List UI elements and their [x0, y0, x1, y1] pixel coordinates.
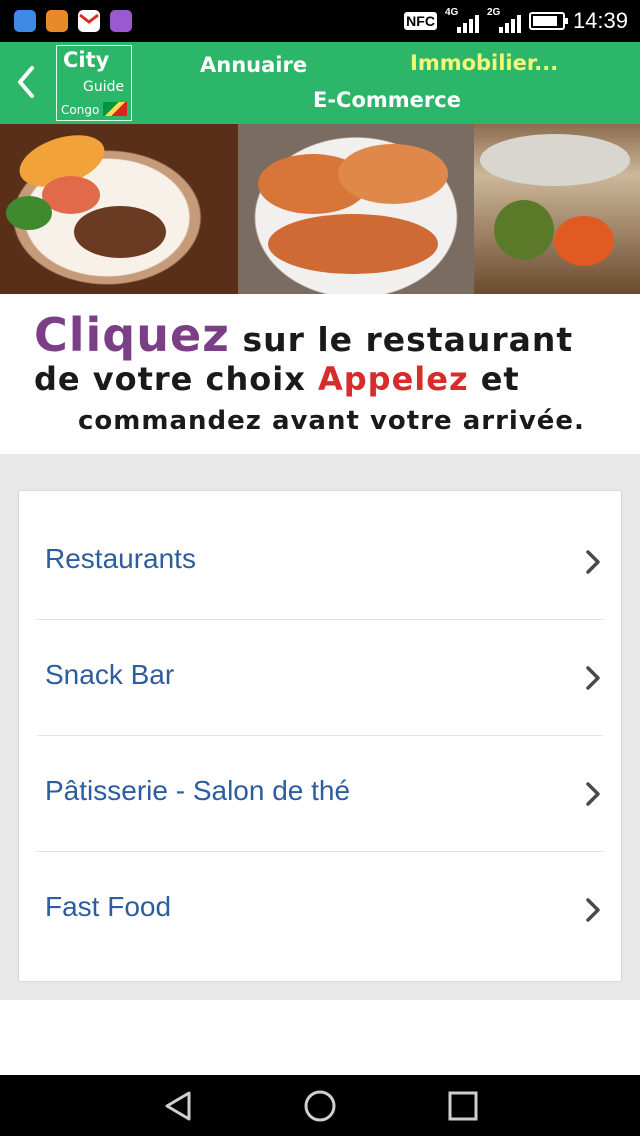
list-item-label: Snack Bar [45, 659, 175, 690]
logo-city-text: City [63, 48, 110, 72]
gmail-icon [78, 10, 100, 32]
list-item-label: Restaurants [45, 543, 196, 574]
logo-guide-text: Guide [83, 79, 125, 95]
shrimp-plate-photo [238, 124, 474, 294]
photo-app-icon [46, 10, 68, 32]
list-item-fast-food[interactable]: Fast Food [19, 851, 623, 967]
list-item-restaurants[interactable]: Restaurants [19, 503, 623, 619]
promo-cliquez: Cliquez [34, 308, 230, 362]
promo-line-1-rest: sur le restaurant [229, 320, 574, 359]
list-item-snack-bar[interactable]: Snack Bar [19, 619, 623, 735]
promo-appelez: Appelez [318, 360, 469, 398]
nav-annuaire[interactable]: Annuaire [200, 53, 307, 77]
nfc-indicator: NFC [404, 12, 437, 30]
list-item-label: Pâtisserie - Salon de thé [45, 775, 351, 806]
battery-icon [528, 12, 568, 30]
promo-line-3: commandez avant votre arrivée. [78, 406, 585, 436]
back-triangle-icon[interactable] [161, 1089, 195, 1123]
grilled-fish-photo [474, 124, 640, 294]
congo-flag-icon [103, 102, 127, 116]
notification-icons [14, 10, 132, 32]
chevron-right-icon [586, 666, 600, 690]
app-bar: City Guide Congo Annuaire Immobilier... … [0, 42, 640, 124]
logo-congo-text: Congo [61, 103, 100, 117]
back-button[interactable] [10, 62, 44, 102]
category-list: Restaurants Snack Bar Pâtisserie - Salon… [18, 490, 622, 982]
gallery-app-icon [110, 10, 132, 32]
nav-ecommerce[interactable]: E-Commerce [313, 88, 461, 112]
nav-immobilier[interactable]: Immobilier... [410, 51, 558, 75]
chevron-right-icon [586, 782, 600, 806]
home-circle-icon[interactable] [303, 1089, 337, 1123]
food-banner [0, 124, 640, 294]
clock: 14:39 [572, 8, 628, 33]
system-status: NFC 4G 2G 14:39 [404, 6, 628, 36]
city-guide-logo[interactable]: City Guide Congo [56, 45, 132, 121]
promo-line-1: Cliquez sur le restaurant [34, 308, 573, 362]
back-arrow-icon [18, 66, 34, 98]
recents-square-icon[interactable] [446, 1089, 480, 1123]
list-item-patisserie[interactable]: Pâtisserie - Salon de thé [19, 735, 623, 851]
signal-4g-icon: 4G [445, 7, 479, 35]
status-bar: NFC 4G 2G 14:39 [0, 0, 640, 42]
system-navigation-bar [0, 1075, 640, 1136]
promo-message: Cliquez sur le restaurant de votre choix… [0, 296, 640, 454]
chevron-right-icon [586, 898, 600, 922]
steak-fries-photo [0, 124, 238, 294]
promo-line-2: de votre choix Appelez et [34, 360, 520, 398]
promo-line-2-end: et [468, 360, 520, 398]
signal-2g-icon: 2G [487, 7, 521, 35]
list-item-label: Fast Food [45, 891, 172, 922]
promo-line-2-start: de votre choix [34, 360, 318, 398]
chevron-right-icon [586, 550, 600, 574]
category-list-area: Restaurants Snack Bar Pâtisserie - Salon… [0, 454, 640, 1000]
dial-app-icon [14, 10, 36, 32]
